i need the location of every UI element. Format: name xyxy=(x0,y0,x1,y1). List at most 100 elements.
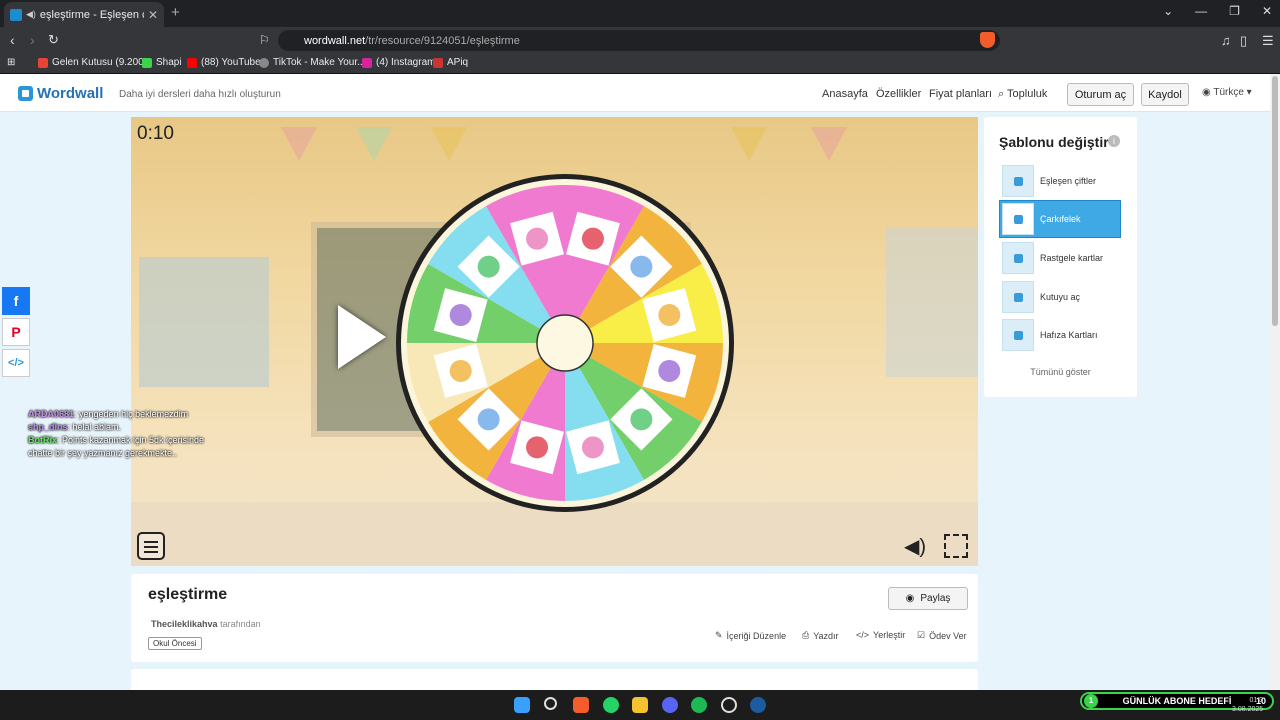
logo-icon xyxy=(18,86,33,101)
sidebar-toggle-icon[interactable]: ▯ xyxy=(1240,33,1247,49)
segment-image xyxy=(477,408,500,431)
bookmark-apiq[interactable]: APiq xyxy=(433,57,468,68)
menu-icon[interactable]: ☰ xyxy=(1262,33,1274,49)
template-random-cards[interactable]: Rastgele kartlar xyxy=(1000,240,1120,276)
instagram-icon xyxy=(362,57,372,68)
template-sidebar: Şablonu değiştir i Eşleşen çiftler Çarkı… xyxy=(984,117,1137,397)
segment-image xyxy=(477,255,500,278)
embed-icon[interactable]: </> xyxy=(2,349,30,377)
template-open-box[interactable]: Kutuyu aç xyxy=(1000,279,1120,315)
bookmark-icon[interactable]: ⚐ xyxy=(259,33,270,47)
nav-pricing[interactable]: Fiyat planları xyxy=(929,88,992,100)
url-field[interactable]: wordwall.net/tr/resource/9124051/eşleşti… xyxy=(278,30,1000,51)
bookmark-shapi[interactable]: Shapi xyxy=(142,57,182,68)
bookmark-tiktok[interactable]: TikTok - Make Your... xyxy=(259,57,365,68)
close-window-icon[interactable]: ✕ xyxy=(1262,4,1272,18)
share-button[interactable]: ◉ Paylaş xyxy=(888,587,968,610)
globe-icon: ◉ xyxy=(905,593,915,604)
tab-search-icon[interactable]: ⌄ xyxy=(1163,4,1173,18)
scrollbar-thumb[interactable] xyxy=(1272,76,1278,326)
url-path: /tr/resource/9124051/eşleştirme xyxy=(365,34,520,47)
url-host: wordwall.net xyxy=(304,34,366,47)
steam-icon[interactable] xyxy=(750,697,766,713)
apps-icon[interactable]: ⊞ xyxy=(7,57,15,68)
segment-image xyxy=(581,227,604,250)
bookmark-youtube[interactable]: (88) YouTube xyxy=(187,57,261,68)
pinterest-share-icon[interactable]: P xyxy=(2,318,30,346)
forward-icon[interactable]: › xyxy=(30,32,35,48)
template-thumbnail xyxy=(1002,319,1034,351)
brave-icon[interactable] xyxy=(573,697,589,713)
nav-features[interactable]: Özellikler xyxy=(876,88,921,100)
back-icon[interactable]: ‹ xyxy=(10,32,15,48)
browser-tab[interactable]: ◀) eşleştirme - Eşleşen çiftler ✕ xyxy=(4,2,164,27)
search-icon: ⌕ xyxy=(998,88,1005,100)
show-all-link[interactable]: Tümünü göster xyxy=(984,367,1137,377)
bookmarks-bar: ⊞ Gelen Kutusu (9.200... Shapi (88) YouT… xyxy=(0,53,1280,74)
template-matching-pairs[interactable]: Eşleşen çiftler xyxy=(1000,163,1120,199)
wheel-hub[interactable] xyxy=(536,314,594,372)
template-wheel[interactable]: Çarkıfelek xyxy=(999,200,1121,238)
windows-start-icon[interactable] xyxy=(514,697,530,713)
bunting-flag xyxy=(281,127,317,161)
template-thumbnail xyxy=(1002,203,1034,235)
address-bar: ‹ › ↻ ⚐ wordwall.net/tr/resource/9124051… xyxy=(0,27,1280,53)
close-tab-icon[interactable]: ✕ xyxy=(148,8,158,22)
signup-button[interactable]: Kaydol xyxy=(1141,83,1189,106)
maximize-icon[interactable]: ❐ xyxy=(1229,4,1240,18)
facebook-share-icon[interactable]: f xyxy=(2,287,30,315)
whatsapp-icon[interactable] xyxy=(603,697,619,713)
printer-icon: ⎙ xyxy=(802,630,810,640)
language-select[interactable]: ◉ Türkçe ▾ xyxy=(1202,87,1252,98)
resource-title: eşleştirme xyxy=(148,586,228,603)
bookmark-instagram[interactable]: (4) Instagram xyxy=(362,57,435,68)
author-link[interactable]: Thecileklikahva xyxy=(151,619,218,629)
site-header: Wordwall Daha iyi dersleri daha hızlı ol… xyxy=(0,74,1270,112)
chat-message: ARDA0681: yengeden hiç beklemezdim xyxy=(28,409,189,419)
apiq-icon xyxy=(433,57,443,68)
edit-content-button[interactable]: ✎ İçeriği Düzenle xyxy=(715,630,786,641)
reload-icon[interactable]: ↻ xyxy=(48,32,59,48)
segment-image xyxy=(526,227,549,250)
page-scrollbar[interactable] xyxy=(1270,74,1280,690)
template-flash-cards[interactable]: Hafıza Kartları xyxy=(1000,317,1120,353)
segment-image xyxy=(630,255,653,278)
category-tag[interactable]: Okul Öncesi xyxy=(148,637,202,650)
sound-icon[interactable]: ◀) xyxy=(904,534,926,559)
game-menu-button[interactable] xyxy=(137,532,165,560)
game-area[interactable]: 0:10 ◀) xyxy=(131,117,978,566)
nav-community[interactable]: ⌕ Topluluk xyxy=(998,88,1047,101)
wordwall-logo[interactable]: Wordwall xyxy=(18,85,103,102)
minimize-icon[interactable]: — xyxy=(1195,4,1207,18)
spin-wheel[interactable] xyxy=(395,173,735,513)
brave-shield-icon[interactable] xyxy=(980,32,995,48)
fullscreen-icon[interactable] xyxy=(944,534,968,558)
media-icon[interactable]: ♫ xyxy=(1221,33,1231,48)
nav-home[interactable]: Anasayfa xyxy=(822,88,868,100)
template-thumbnail xyxy=(1002,281,1034,313)
assign-button[interactable]: ☑ Ödev Ver xyxy=(917,630,967,641)
template-thumbnail xyxy=(1002,165,1034,197)
search-icon[interactable] xyxy=(544,697,557,710)
system-clock[interactable]: 01:3 3.08.2025 xyxy=(1232,696,1263,714)
spotify-icon[interactable] xyxy=(691,697,707,713)
wall-map xyxy=(139,257,269,387)
segment-image xyxy=(630,408,653,431)
kick-icon xyxy=(142,57,152,68)
gmail-icon xyxy=(38,57,48,68)
segment-image xyxy=(658,359,681,382)
play-icon[interactable] xyxy=(338,305,386,369)
file-explorer-icon[interactable] xyxy=(632,697,648,713)
bookmark-gmail[interactable]: Gelen Kutusu (9.200... xyxy=(38,57,152,68)
segment-image xyxy=(581,436,604,459)
speaker-icon[interactable]: ◀) xyxy=(26,9,36,20)
classroom-window xyxy=(886,227,978,377)
info-icon[interactable]: i xyxy=(1108,135,1120,147)
obs-icon[interactable] xyxy=(721,697,737,713)
new-tab-icon[interactable]: + xyxy=(171,4,180,21)
chat-message: BotRix: Points kazanmak için 5dk içerisi… xyxy=(28,435,205,458)
embed-button[interactable]: </> Yerleştir xyxy=(856,630,905,640)
print-button[interactable]: ⎙ Yazdır xyxy=(802,630,839,641)
login-button[interactable]: Oturum aç xyxy=(1067,83,1134,106)
discord-icon[interactable] xyxy=(662,697,678,713)
